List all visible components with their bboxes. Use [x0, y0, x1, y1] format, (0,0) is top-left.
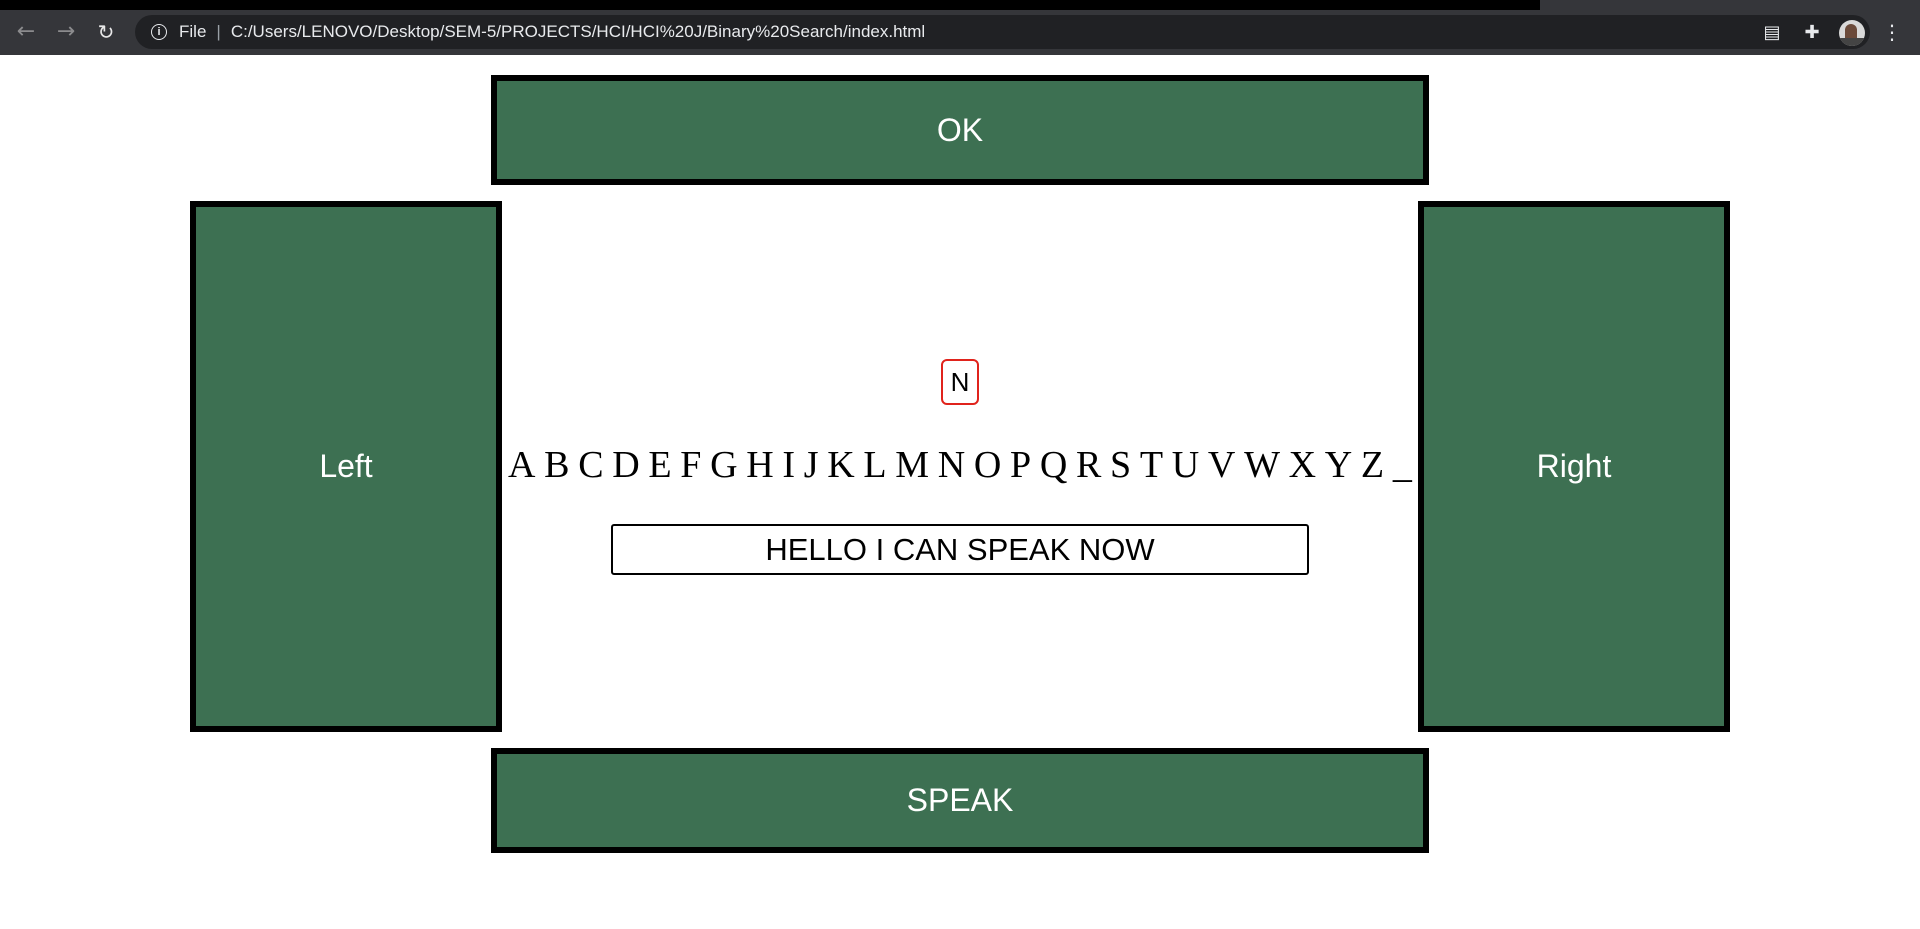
alphabet-letter: R	[1076, 444, 1102, 486]
alphabet-letter: K	[827, 444, 855, 486]
left-button[interactable]: Left	[190, 201, 502, 732]
reading-list-icon[interactable]: ▤	[1760, 20, 1784, 44]
ok-button[interactable]: OK	[491, 75, 1429, 185]
alphabet-letter: H	[746, 444, 774, 486]
alphabet-letter: S	[1110, 444, 1132, 486]
alphabet-letter: P	[1010, 444, 1032, 486]
alphabet-letter: N	[937, 444, 966, 486]
alphabet-letter: Y	[1324, 444, 1353, 486]
current-letter-indicator: N	[941, 359, 979, 405]
browser-toolbar: ← → ↻ i File | C:/Users/LENOVO/Desktop/S…	[0, 10, 1920, 55]
kebab-menu-icon[interactable]: ⋮	[1880, 20, 1904, 44]
reload-icon[interactable]: ↻	[92, 18, 120, 46]
alphabet-letter: I	[782, 444, 796, 486]
tab-strip	[0, 0, 1920, 12]
alphabet-letter: B	[544, 444, 570, 486]
address-bar[interactable]: i File | C:/Users/LENOVO/Desktop/SEM-5/P…	[135, 15, 1870, 49]
alphabet-letter: E	[648, 444, 672, 486]
alphabet-letter: F	[680, 444, 702, 486]
forward-arrow-icon[interactable]: →	[52, 18, 80, 46]
extensions-puzzle-icon[interactable]: ✚	[1800, 20, 1824, 44]
alphabet-letter: U	[1171, 444, 1200, 486]
alphabet-letter: Z	[1360, 444, 1385, 486]
alphabet-row: A B C D E F G H I J K L M N O P Q R S T U V W X Y Z _	[508, 440, 1412, 490]
alphabet-letter: L	[863, 444, 887, 486]
right-button[interactable]: Right	[1418, 201, 1730, 732]
alphabet-letter: A	[508, 444, 536, 486]
alphabet-letter: X	[1288, 444, 1317, 486]
alphabet-letter: C	[578, 444, 604, 486]
scheme-label: File	[179, 22, 207, 41]
alphabet-letter: J	[803, 444, 819, 486]
alphabet-letter: Q	[1039, 444, 1068, 486]
alphabet-letter: W	[1244, 444, 1280, 486]
back-arrow-icon[interactable]: ←	[12, 18, 40, 46]
info-icon[interactable]: i	[151, 24, 167, 40]
alphabet-letter: V	[1207, 444, 1236, 486]
speak-button[interactable]: SPEAK	[491, 748, 1429, 853]
alphabet-letter: T	[1139, 444, 1164, 486]
alphabet-letter: O	[973, 444, 1002, 486]
alphabet-letter: M	[895, 444, 930, 486]
alphabet-letter: G	[710, 444, 738, 486]
alphabet-letter: D	[612, 444, 640, 486]
url-text[interactable]: C:/Users/LENOVO/Desktop/SEM-5/PROJECTS/H…	[231, 22, 925, 42]
text-output-field[interactable]	[611, 524, 1309, 575]
address-separator: |	[216, 22, 221, 41]
alphabet-letter: _	[1392, 444, 1412, 486]
profile-avatar[interactable]	[1839, 20, 1865, 46]
